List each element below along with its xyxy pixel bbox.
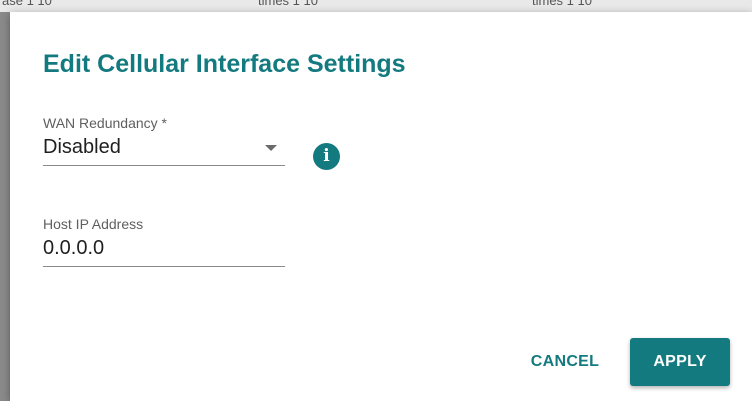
wan-redundancy-select[interactable]: Disabled [43, 131, 285, 166]
info-icon[interactable]: i [313, 143, 340, 170]
wan-redundancy-label: WAN Redundancy * [43, 115, 167, 131]
wan-redundancy-field: WAN Redundancy * Disabled [43, 115, 285, 166]
background-text: times 1 10 [258, 0, 318, 8]
wan-redundancy-value: Disabled [43, 136, 121, 158]
apply-button[interactable]: APPLY [630, 338, 730, 386]
background-table-strip: ase 1 10 times 1 10 times 1 10 [0, 0, 752, 12]
cancel-button[interactable]: CANCEL [515, 342, 615, 382]
chevron-down-icon [265, 145, 277, 151]
host-ip-value: 0.0.0.0 [43, 237, 105, 259]
dialog-title: Edit Cellular Interface Settings [43, 50, 406, 78]
host-ip-label: Host IP Address [43, 216, 144, 232]
host-ip-input[interactable]: 0.0.0.0 [43, 232, 285, 267]
background-text: times 1 10 [532, 0, 592, 8]
background-text: ase 1 10 [2, 0, 52, 8]
edit-cellular-dialog: Edit Cellular Interface Settings WAN Red… [10, 12, 752, 401]
host-ip-field: Host IP Address 0.0.0.0 [43, 216, 285, 267]
